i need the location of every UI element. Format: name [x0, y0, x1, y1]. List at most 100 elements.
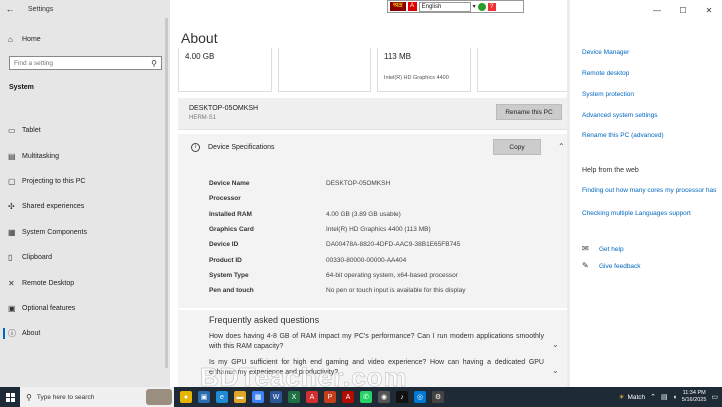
vpn-icon[interactable]: ◉: [378, 391, 390, 403]
status-icon[interactable]: [477, 2, 486, 11]
store-icon[interactable]: ▦: [252, 391, 264, 403]
start-button[interactable]: [0, 387, 20, 407]
whatsapp-icon[interactable]: ✆: [360, 391, 372, 403]
sidebar-item-label: Remote Desktop: [22, 279, 75, 287]
blank-card: [476, 48, 570, 92]
sidebar-item-clipboard[interactable]: ▯ Clipboard: [0, 245, 170, 270]
word-icon[interactable]: W: [270, 391, 282, 403]
sidebar-item-label: Clipboard: [22, 254, 52, 262]
copy-button[interactable]: Copy: [493, 139, 541, 155]
spec-row: Device Name DESKTOP-05OMKSH: [209, 176, 559, 191]
sidebar-item-shared-experiences[interactable]: ✣ Shared experiences: [0, 194, 170, 219]
device-specifications-panel: i Device Specifications Copy ⌃ Device Na…: [178, 134, 570, 308]
spec-value: DA00478A-8820-4DFD-AAC9-38B1E65FB745: [326, 241, 461, 249]
sidebar-item-remote-desktop[interactable]: ✕ Remote Desktop: [0, 270, 170, 295]
faq-question[interactable]: How does having 4-8 GB of RAM impact my …: [209, 332, 544, 352]
chevron-up-icon[interactable]: ⌃: [650, 393, 656, 401]
cores-help-link[interactable]: Finding out how many cores my processor …: [582, 186, 717, 195]
system-protection-link[interactable]: System protection: [582, 90, 717, 99]
taskbar-search[interactable]: ⚲ Type here to search: [20, 387, 174, 407]
keyboard-mode-icon[interactable]: A: [407, 2, 417, 11]
sidebar-item-label: Multitasking: [22, 152, 59, 160]
home-label: Home: [22, 35, 41, 43]
file-explorer-icon[interactable]: ▬: [234, 391, 246, 403]
close-button[interactable]: ✕: [696, 0, 722, 20]
get-help-link[interactable]: Get help: [599, 245, 722, 254]
weather-widget[interactable]: ☀ Match: [618, 393, 646, 402]
faq-question[interactable]: Is my GPU sufficient for high end gaming…: [209, 358, 544, 378]
device-specifications-header[interactable]: i Device Specifications Copy ⌃: [178, 134, 570, 162]
sidebar-item-tablet[interactable]: ▭ Tablet: [0, 118, 170, 143]
optional-features-icon: ▣: [8, 303, 16, 313]
clock[interactable]: 11:34 PM 5/16/2025: [682, 390, 706, 404]
avro-keyboard-logo[interactable]: অভ্র: [390, 2, 406, 11]
find-setting-search[interactable]: ⚲: [9, 56, 162, 70]
sidebar-home[interactable]: ⌂ Home: [0, 32, 170, 46]
search-input[interactable]: [14, 59, 144, 67]
help-from-web-heading: Help from the web: [582, 167, 639, 174]
sidebar-item-optional-features[interactable]: ▣ Optional features: [0, 296, 170, 321]
graphics-card: 113 MB Intel(R) HD Graphics 4400: [377, 48, 471, 92]
search-highlight-image: [146, 389, 172, 405]
notifications-icon[interactable]: ▭: [711, 393, 718, 401]
edge-icon[interactable]: e: [216, 391, 228, 403]
acrobat-icon[interactable]: A: [342, 391, 354, 403]
related-settings-pane: — ☐ ✕ Device Manager Remote desktop Syst…: [570, 0, 722, 387]
remote-desktop-link[interactable]: Remote desktop: [582, 69, 717, 78]
excel-icon[interactable]: X: [288, 391, 300, 403]
chevron-down-icon[interactable]: ⌄: [552, 340, 559, 349]
windows-logo-icon: [5, 392, 15, 402]
weather-icon: ☀: [618, 394, 625, 401]
spec-value: Intel(R) HD Graphics 4400 (113 MB): [326, 226, 431, 234]
chevron-up-icon[interactable]: ⌃: [558, 142, 565, 151]
rename-pc-advanced-link[interactable]: Rename this PC (advanced): [582, 131, 717, 140]
tiktok-icon[interactable]: ♪: [396, 391, 408, 403]
chrome-icon[interactable]: ●: [180, 391, 192, 403]
section-label-system: System: [9, 84, 34, 91]
sidebar-nav-list: ▭ Tablet ▤ Multitasking ▢ Projecting to …: [0, 118, 170, 347]
sidebar-scrollbar[interactable]: [165, 18, 168, 368]
volume-icon[interactable]: ◖: [673, 394, 677, 401]
spec-key: Processor: [209, 195, 241, 203]
advanced-system-settings-link[interactable]: Advanced system settings: [582, 111, 717, 120]
spec-key: Device ID: [209, 241, 239, 249]
back-arrow-icon[interactable]: ←: [0, 4, 20, 14]
sidebar-item-label: Optional features: [22, 304, 76, 312]
remote-desktop-icon: ✕: [8, 278, 15, 288]
multitasking-icon: ▤: [8, 151, 16, 161]
ram-card: 4.00 GB: [178, 48, 272, 92]
tool-icon[interactable]: ?: [487, 2, 496, 11]
settings-icon[interactable]: ⚙: [432, 391, 444, 403]
task-view-icon[interactable]: ▣: [198, 391, 210, 403]
date: 5/16/2025: [681, 397, 707, 403]
chevron-down-icon[interactable]: ⌄: [552, 366, 559, 375]
chevron-down-icon[interactable]: ▾: [473, 3, 476, 10]
shared-experiences-icon: ✣: [8, 202, 15, 212]
search-icon[interactable]: ⚲: [151, 59, 157, 68]
maximize-button[interactable]: ☐: [670, 0, 696, 20]
sidebar-item-projecting[interactable]: ▢ Projecting to this PC: [0, 169, 170, 194]
pc-model: HERM-S1: [189, 115, 217, 121]
powerpoint-icon[interactable]: P: [324, 391, 336, 403]
card-value: 113 MB: [384, 52, 411, 61]
card-caption: Intel(R) HD Graphics 4400: [384, 75, 449, 81]
pc-name-panel: DESKTOP-05OMKSH HERM-S1 Rename this PC: [178, 98, 570, 130]
give-feedback-link[interactable]: Give feedback: [599, 262, 722, 271]
sidebar-item-label: Projecting to this PC: [22, 177, 86, 185]
language-select[interactable]: English: [418, 1, 471, 12]
spec-row: Product ID 00330-80000-00000-AA404: [209, 252, 559, 267]
sidebar-item-multitasking[interactable]: ▤ Multitasking: [0, 143, 170, 168]
sidebar-item-label: Shared experiences: [22, 203, 85, 211]
spec-summary-cards: 4.00 GB 113 MB Intel(R) HD Graphics 4400: [178, 48, 570, 92]
rename-pc-button[interactable]: Rename this PC: [496, 104, 562, 120]
pdf-icon[interactable]: A: [306, 391, 318, 403]
sidebar-item-about[interactable]: ⓘ About: [0, 321, 170, 346]
tool-icon[interactable]: ◎: [414, 391, 426, 403]
spec-value: 4.00 GB (3.89 GB usable): [326, 210, 401, 218]
about-main-content: About 4.00 GB 113 MB Intel(R) HD Graphic…: [170, 0, 570, 387]
sidebar-item-system-components[interactable]: ▦ System Components: [0, 220, 170, 245]
network-icon[interactable]: ▤: [661, 393, 668, 401]
device-manager-link[interactable]: Device Manager: [582, 48, 717, 57]
languages-help-link[interactable]: Checking multiple Languages support: [582, 209, 717, 218]
minimize-button[interactable]: —: [644, 0, 670, 20]
